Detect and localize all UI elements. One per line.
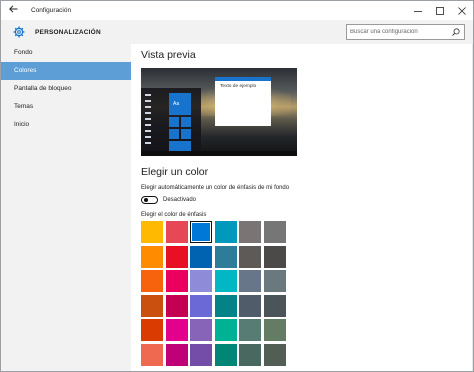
accent-color-label: Elegir el color de énfasis [141, 212, 207, 218]
accent-color-swatch[interactable] [141, 270, 163, 292]
accent-color-swatch[interactable] [165, 294, 188, 317]
accent-color-swatch[interactable] [239, 343, 261, 366]
preview-menu-line [145, 94, 151, 96]
sidebar-item-temas[interactable]: Temas [1, 98, 131, 116]
maximize-button[interactable] [429, 1, 451, 20]
accent-color-swatch[interactable] [141, 343, 163, 366]
settings-window: Configuración PERSONALIZACIÓN Buscar una… [0, 0, 474, 372]
accent-color-swatch[interactable] [239, 270, 261, 292]
accent-color-swatch[interactable] [239, 245, 261, 268]
preview-image: Aa Texto de ejemplo [141, 68, 297, 156]
preview-sample-text: Texto de ejemplo [220, 84, 257, 89]
toggle-state-label: Desactivado [163, 197, 197, 203]
caption-buttons [407, 1, 473, 20]
auto-accent-label: Elegir automáticamente un color de énfas… [141, 185, 290, 191]
sidebar-item-colores[interactable]: Colores [1, 62, 131, 80]
accent-color-swatch[interactable] [190, 294, 212, 317]
preview-taskbar [141, 151, 297, 156]
main-content: Vista previa Aa Texto de ejemplo Elegir … [131, 44, 473, 371]
preview-menu-line [145, 130, 151, 132]
preview-menu-line [145, 118, 151, 120]
settings-header: PERSONALIZACIÓN [1, 20, 473, 44]
sidebar-item-fondo[interactable]: Fondo [1, 44, 131, 62]
accent-color-swatch[interactable] [263, 221, 286, 243]
auto-accent-toggle[interactable] [141, 196, 158, 204]
accent-color-swatch[interactable] [141, 319, 163, 341]
accent-color-swatch[interactable] [239, 294, 261, 317]
preview-menu-line [145, 142, 151, 144]
toggle-knob [143, 198, 148, 202]
arrow-left-icon [8, 5, 18, 16]
title-bar: Configuración [1, 1, 473, 20]
accent-color-swatch[interactable] [190, 245, 212, 268]
preview-menu-line [145, 112, 151, 114]
minimize-button[interactable] [407, 1, 429, 20]
preview-sample-window: Texto de ejemplo [215, 77, 271, 126]
accent-color-swatch[interactable] [190, 270, 212, 292]
search-box[interactable] [346, 24, 465, 40]
preview-menu-line [145, 136, 151, 138]
accent-color-swatch[interactable] [190, 343, 212, 366]
accent-color-swatch[interactable] [214, 343, 237, 366]
accent-color-swatch[interactable] [263, 319, 286, 341]
preview-tile [181, 117, 191, 127]
sidebar-item-pantalla-de-bloqueo[interactable]: Pantalla de bloqueo [1, 80, 131, 98]
preview-tile [169, 129, 179, 139]
accent-color-swatch[interactable] [214, 294, 237, 317]
accent-color-swatch[interactable] [141, 245, 163, 268]
search-input[interactable] [347, 26, 450, 38]
preview-tile [169, 117, 179, 127]
accent-color-swatch[interactable] [214, 221, 237, 243]
sidebar-item-inicio[interactable]: Inicio [1, 116, 131, 134]
search-icon[interactable] [450, 28, 462, 36]
preview-tile-label: Aa [173, 101, 180, 107]
back-button[interactable] [1, 1, 25, 20]
accent-color-swatch[interactable] [165, 270, 188, 292]
preview-tile-large: Aa [169, 93, 191, 115]
accent-color-swatch[interactable] [141, 294, 163, 317]
accent-color-swatch[interactable] [263, 343, 286, 366]
accent-color-swatch[interactable] [214, 245, 237, 268]
accent-color-swatch[interactable] [165, 221, 188, 243]
sidebar: Fondo Colores Pantalla de bloqueo Temas … [1, 44, 131, 371]
accent-color-swatch[interactable] [263, 270, 286, 292]
preview-heading: Vista previa [141, 49, 196, 61]
accent-color-swatch[interactable] [214, 319, 237, 341]
accent-color-swatch[interactable] [190, 221, 212, 243]
accent-color-swatch[interactable] [190, 319, 212, 341]
preview-tile [169, 141, 191, 151]
preview-menu-line [145, 100, 151, 102]
gear-icon [12, 25, 26, 39]
preview-tile [181, 129, 191, 139]
window-edge [472, 44, 473, 371]
page-title: PERSONALIZACIÓN [35, 28, 101, 36]
preview-start-menu: Aa [141, 88, 201, 156]
accent-color-swatch[interactable] [263, 294, 286, 317]
accent-color-swatch[interactable] [165, 245, 188, 268]
color-section-heading: Elegir un color [141, 166, 209, 178]
accent-color-swatch[interactable] [165, 343, 188, 366]
accent-color-swatch[interactable] [263, 245, 286, 268]
accent-color-swatch[interactable] [165, 319, 188, 341]
close-button[interactable] [451, 1, 473, 20]
accent-color-swatch[interactable] [239, 319, 261, 341]
accent-color-swatch[interactable] [141, 221, 163, 243]
window-title: Configuración [31, 7, 72, 14]
accent-color-swatch[interactable] [239, 221, 261, 243]
preview-menu-line [145, 124, 151, 126]
accent-color-swatch[interactable] [214, 270, 237, 292]
preview-menu-line [145, 106, 151, 108]
